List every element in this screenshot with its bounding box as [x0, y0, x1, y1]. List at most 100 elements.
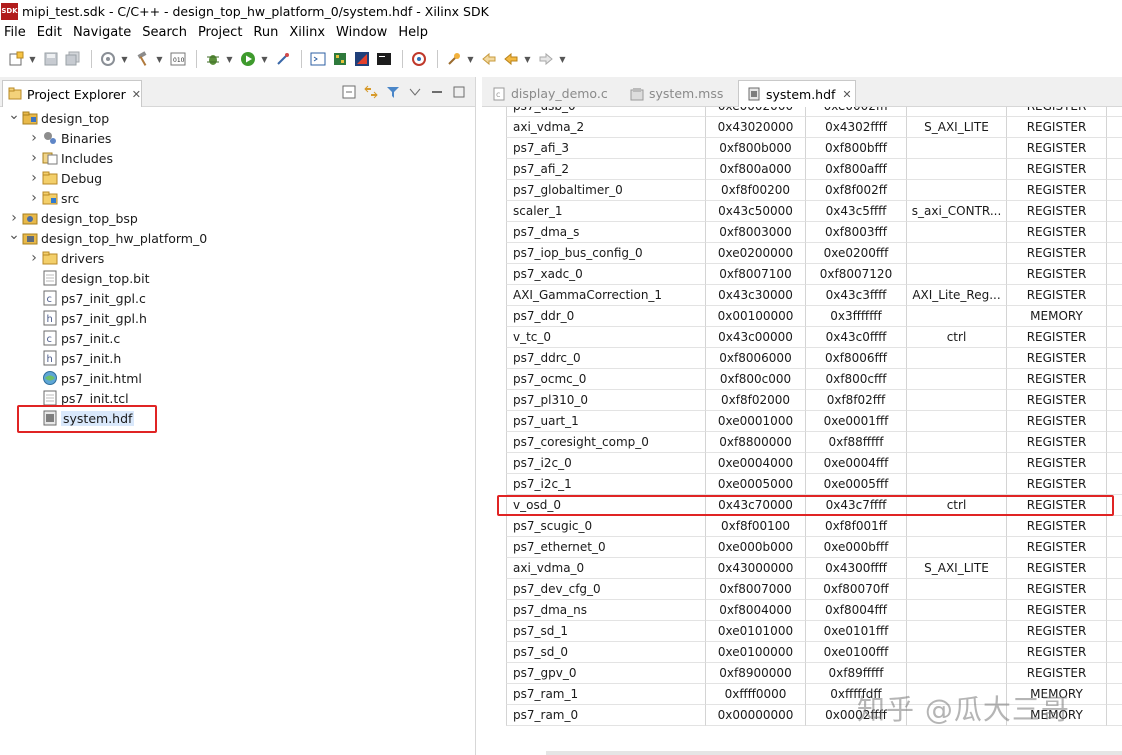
- new-dropdown-icon[interactable]: ▼: [28, 49, 37, 69]
- tree-item[interactable]: ps7_init.tcl: [0, 388, 476, 408]
- table-row[interactable]: ps7_dma_ns 0xf8004000 0xf8004fff REGISTER: [482, 600, 1122, 621]
- new-icon[interactable]: [6, 49, 26, 69]
- table-row[interactable]: ps7_sd_1 0xe0101000 0xe0101fff REGISTER: [482, 621, 1122, 642]
- maximize-icon[interactable]: [451, 84, 467, 100]
- table-row[interactable]: ps7_i2c_0 0xe0004000 0xe0004fff REGISTER: [482, 453, 1122, 474]
- table-row[interactable]: ps7_pl310_0 0xf8f02000 0xf8f02fff REGISTER: [482, 390, 1122, 411]
- tree-item[interactable]: › Includes: [0, 148, 476, 168]
- binary-icon[interactable]: 010: [168, 49, 188, 69]
- table-row[interactable]: ps7_scugic_0 0xf8f00100 0xf8f001ff REGISTER: [482, 516, 1122, 537]
- tree-item[interactable]: h ps7_init.h: [0, 348, 476, 368]
- terminal-icon[interactable]: [308, 49, 328, 69]
- table-row[interactable]: axi_vdma_0 0x43000000 0x4300ffff S_AXI_LITE…: [482, 558, 1122, 579]
- xilinx-tool-icon[interactable]: [352, 49, 372, 69]
- view-menu-chevron-down-icon[interactable]: [407, 84, 423, 100]
- table-row[interactable]: AXI_GammaCorrection_1 0x43c30000 0x43c3fff…: [482, 285, 1122, 306]
- table-row[interactable]: ps7_xadc_0 0xf8007100 0xf8007120 REGISTER: [482, 264, 1122, 285]
- table-row[interactable]: ps7_i2c_1 0xe0005000 0xe0005fff REGISTER: [482, 474, 1122, 495]
- forward-arrow-icon[interactable]: [536, 49, 556, 69]
- save-icon[interactable]: [41, 49, 61, 69]
- chevron-right-icon[interactable]: ›: [28, 190, 40, 206]
- tree-item[interactable]: system.hdf: [0, 408, 476, 428]
- last-edit-location-icon[interactable]: [479, 49, 499, 69]
- chevron-down-icon[interactable]: ⌄: [8, 107, 20, 123]
- tab-system-mss[interactable]: system.mss: [622, 80, 734, 107]
- chevron-right-icon[interactable]: ›: [28, 250, 40, 266]
- table-row[interactable]: ps7_gpv_0 0xf8900000 0xf89fffff REGISTER: [482, 663, 1122, 684]
- menu-project[interactable]: Project: [193, 25, 248, 40]
- table-row[interactable]: ps7_ddr_0 0x00100000 0x3fffffff MEMORY: [482, 306, 1122, 327]
- tab-display-demo-c[interactable]: c display_demo.c: [484, 80, 616, 107]
- chevron-right-icon[interactable]: ›: [28, 170, 40, 186]
- link-with-editor-icon[interactable]: [363, 84, 379, 100]
- table-row[interactable]: scaler_1 0x43c50000 0x43c5ffff s_axi_CONTR.…: [482, 201, 1122, 222]
- table-row[interactable]: ps7_dma_s 0xf8003000 0xf8003fff REGISTER: [482, 222, 1122, 243]
- table-row[interactable]: ps7_ocmc_0 0xf800c000 0xf800cfff REGISTER: [482, 369, 1122, 390]
- table-row[interactable]: v_tc_0 0x43c00000 0x43c0ffff ctrl REGISTER: [482, 327, 1122, 348]
- horizontal-scrollbar[interactable]: [546, 751, 1122, 755]
- table-row[interactable]: ps7_ddrc_0 0xf8006000 0xf8006fff REGISTER: [482, 348, 1122, 369]
- debug-bug-icon[interactable]: [203, 49, 223, 69]
- run-icon[interactable]: [238, 49, 258, 69]
- back-dropdown-icon[interactable]: ▼: [523, 49, 532, 69]
- back-arrow-icon[interactable]: [501, 49, 521, 69]
- tree-item[interactable]: › drivers: [0, 248, 476, 268]
- table-row[interactable]: ps7_afi_3 0xf800b000 0xf800bfff REGISTER: [482, 138, 1122, 159]
- chevron-right-icon[interactable]: ›: [28, 150, 40, 166]
- tree-item[interactable]: c ps7_init.c: [0, 328, 476, 348]
- pin-icon[interactable]: [444, 49, 464, 69]
- chevron-down-icon[interactable]: ⌄: [8, 227, 20, 243]
- menu-search[interactable]: Search: [137, 25, 193, 40]
- chevron-right-icon[interactable]: ›: [8, 210, 20, 226]
- table-row[interactable]: ps7_globaltimer_0 0xf8f00200 0xf8f002ff REG…: [482, 180, 1122, 201]
- table-row[interactable]: v_osd_0 0x43c70000 0x43c7ffff ctrl REGISTER: [482, 495, 1122, 516]
- menu-help[interactable]: Help: [393, 25, 434, 40]
- table-row[interactable]: ps7_usb_00xe00020000xe0002fff REGISTER: [482, 107, 1122, 117]
- tree-item[interactable]: ⌄ design_top_hw_platform_0: [0, 227, 476, 248]
- tree-item[interactable]: › Binaries: [0, 128, 476, 148]
- table-row[interactable]: ps7_iop_bus_config_0 0xe0200000 0xe0200fff…: [482, 243, 1122, 264]
- target-dropdown-icon[interactable]: ▼: [120, 49, 129, 69]
- tree-item[interactable]: design_top.bit: [0, 268, 476, 288]
- forward-dropdown-icon[interactable]: ▼: [558, 49, 567, 69]
- menu-navigate[interactable]: Navigate: [68, 25, 137, 40]
- collapse-all-icon[interactable]: [341, 84, 357, 100]
- table-row[interactable]: ps7_uart_1 0xe0001000 0xe0001fff REGISTER: [482, 411, 1122, 432]
- chevron-right-icon[interactable]: ›: [28, 130, 40, 146]
- menu-edit[interactable]: Edit: [32, 25, 68, 40]
- save-all-icon[interactable]: [63, 49, 83, 69]
- tab-project-explorer[interactable]: Project Explorer ✕: [2, 80, 142, 107]
- tab-system-hdf[interactable]: system.hdf ✕: [738, 80, 856, 107]
- table-row[interactable]: ps7_sd_0 0xe0100000 0xe0100fff REGISTER: [482, 642, 1122, 663]
- tree-item[interactable]: › design_top_bsp: [0, 208, 476, 228]
- debug-dropdown-icon[interactable]: ▼: [225, 49, 234, 69]
- table-row[interactable]: ps7_ethernet_0 0xe000b000 0xe000bfff REGIST…: [482, 537, 1122, 558]
- tree-item[interactable]: ps7_init.html: [0, 368, 476, 388]
- table-row[interactable]: ps7_dev_cfg_0 0xf8007000 0xf80070ff REGISTE…: [482, 579, 1122, 600]
- menu-run[interactable]: Run: [248, 25, 284, 40]
- table-row[interactable]: ps7_afi_2 0xf800a000 0xf800afff REGISTER: [482, 159, 1122, 180]
- pin-dropdown-icon[interactable]: ▼: [466, 49, 475, 69]
- tree-item[interactable]: c ps7_init_gpl.c: [0, 288, 476, 308]
- menu-window[interactable]: Window: [331, 25, 393, 40]
- tree-item[interactable]: h ps7_init_gpl.h: [0, 308, 476, 328]
- table-row[interactable]: ps7_coresight_comp_0 0xf8800000 0xf88fffff…: [482, 432, 1122, 453]
- minimize-icon[interactable]: [429, 84, 445, 100]
- menu-xilinx[interactable]: Xilinx: [284, 25, 331, 40]
- target-settings-icon[interactable]: [98, 49, 118, 69]
- run-dropdown-icon[interactable]: ▼: [260, 49, 269, 69]
- build-dropdown-icon[interactable]: ▼: [155, 49, 164, 69]
- tree-item[interactable]: ⌄ design_top: [0, 107, 476, 128]
- close-icon[interactable]: ✕: [132, 88, 141, 101]
- tree-item[interactable]: › Debug: [0, 168, 476, 188]
- tree-item[interactable]: › src: [0, 188, 476, 208]
- program-fpga-icon[interactable]: [330, 49, 350, 69]
- console-icon[interactable]: [374, 49, 394, 69]
- filter-icon[interactable]: [385, 84, 401, 100]
- build-hammer-icon[interactable]: [133, 49, 153, 69]
- launch-target-icon[interactable]: [409, 49, 429, 69]
- external-tools-icon[interactable]: [273, 49, 293, 69]
- close-icon[interactable]: ✕: [842, 88, 851, 101]
- table-row[interactable]: axi_vdma_2 0x43020000 0x4302ffff S_AXI_LITE…: [482, 117, 1122, 138]
- menu-file[interactable]: File: [0, 25, 32, 40]
